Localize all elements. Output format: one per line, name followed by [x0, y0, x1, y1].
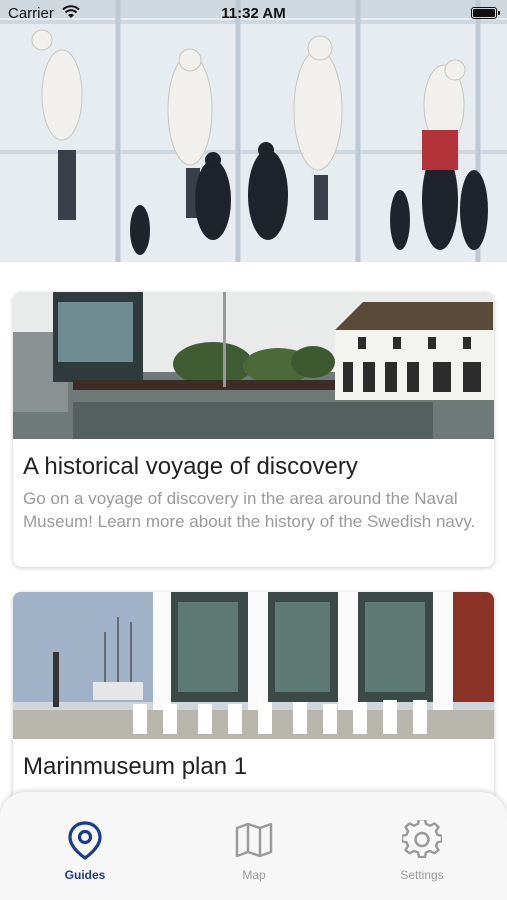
tab-map[interactable]: Map [199, 820, 309, 882]
guide-card[interactable]: A historical voyage of discovery Go on a… [13, 292, 494, 567]
guide-title: A historical voyage of discovery [23, 453, 358, 480]
guide-description: Go on a voyage of discovery in the area … [23, 489, 476, 531]
tab-bar: Guides Map Settings [0, 792, 507, 900]
location-pin-icon [68, 821, 102, 860]
status-bar: Carrier 11:32 AM [0, 0, 507, 28]
tab-settings[interactable]: Settings [367, 820, 477, 882]
tab-label: Map [242, 868, 266, 882]
hero-image [0, 0, 507, 262]
map-icon [235, 822, 273, 858]
tab-guides[interactable]: Guides [30, 820, 140, 882]
tab-label: Guides [64, 868, 106, 882]
battery-icon [471, 7, 500, 19]
guide-card-image [13, 292, 494, 439]
gear-icon [402, 820, 442, 859]
guide-card-image [13, 592, 494, 739]
guide-title: Marinmuseum plan 1 [23, 753, 248, 780]
tab-label: Settings [400, 868, 444, 882]
clock: 11:32 AM [221, 5, 286, 22]
